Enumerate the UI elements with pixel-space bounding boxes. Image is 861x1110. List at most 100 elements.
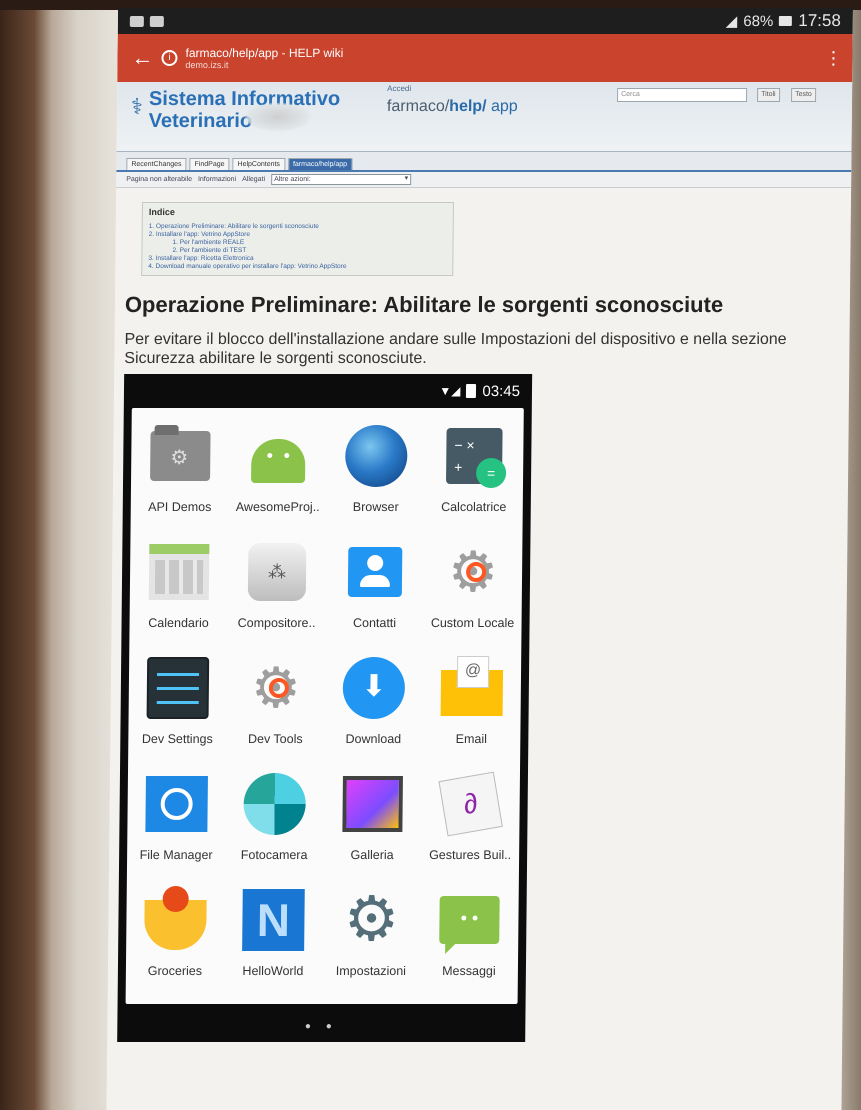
app-launcher[interactable]: File Manager (127, 766, 226, 882)
page-indicator: ● ● (304, 1021, 338, 1032)
app-launcher[interactable]: ⚙ Impostazioni (322, 882, 421, 998)
toc-item[interactable]: 1. Per l'ambiente REALE (148, 239, 446, 247)
app-label: File Manager (139, 848, 213, 862)
android-icon (246, 424, 311, 488)
app-label: HelloWorld (242, 964, 304, 978)
text-button[interactable]: Testo (791, 88, 816, 102)
app-launcher[interactable]: ⬇ Download (324, 650, 423, 766)
app-label: Download (345, 732, 402, 746)
app-label: Fotocamera (240, 848, 308, 862)
app-launcher[interactable]: Calendario (129, 534, 228, 650)
toc-title: Indice (148, 207, 175, 217)
app-launcher[interactable]: Galleria (323, 766, 422, 882)
app-label: Impostazioni (335, 964, 407, 978)
gesture-icon: ∂ (438, 771, 503, 837)
app-label: Messaggi (442, 964, 496, 978)
app-launcher[interactable]: ∂ Gestures Buil.. (421, 766, 520, 882)
globe-icon (344, 424, 409, 488)
tab-helpcontents[interactable]: HelpContents (232, 158, 286, 170)
tab-recentchanges[interactable]: RecentChanges (126, 158, 187, 170)
wiki-nav-tabs: RecentChanges FindPage HelpContents farm… (116, 152, 852, 172)
gear-icon: ⚙ (447, 540, 499, 603)
app-label: Calcolatrice (441, 500, 507, 514)
logo-sketch (242, 102, 314, 132)
app-label: Groceries (147, 964, 203, 978)
overflow-menu-icon[interactable]: ⋮ (824, 48, 842, 69)
app-launcher[interactable]: ⚙ Custom Locale (423, 534, 522, 650)
url-area[interactable]: farmaco/help/app - HELP wiki demo.izs.it (185, 46, 824, 70)
toc-item[interactable]: 4. Download manuale operativo per instal… (148, 263, 446, 271)
immutable-page-label: Pagina non alterabile (126, 176, 193, 183)
path-segment[interactable]: farmaco/ (387, 98, 449, 115)
app-launcher[interactable]: Dev Settings (128, 650, 227, 766)
page-actions: Pagina non alterabile Informazioni Alleg… (116, 172, 852, 188)
app-label: Gestures Buil.. (429, 848, 512, 862)
battery-percent: 68% (743, 12, 774, 30)
path-segment[interactable]: app (491, 98, 518, 115)
app-label: API Demos (148, 500, 212, 514)
info-link[interactable]: Informazioni (198, 176, 236, 183)
toc-item[interactable]: 2. Per l'ambiente di TEST (148, 247, 446, 255)
folder-gear-icon: ⚙ (148, 424, 213, 488)
gear-icon: ⚙ (250, 656, 302, 719)
n-icon: N (241, 888, 306, 952)
signal-icon: ◢ (725, 13, 738, 30)
tab-findpage[interactable]: FindPage (189, 158, 230, 170)
app-launcher[interactable]: Contatti (325, 534, 424, 650)
app-label: Galleria (350, 848, 394, 862)
caduceus-icon: ⚕ (130, 94, 144, 119)
app-launcher[interactable]: • • Messaggi (420, 882, 519, 998)
titles-button[interactable]: Titoli (757, 88, 780, 102)
app-launcher[interactable]: Email (422, 650, 521, 766)
phone-battery-icon (466, 384, 477, 398)
app-launcher[interactable]: Fotocamera (225, 766, 324, 882)
back-arrow-icon[interactable]: ← (131, 45, 161, 71)
app-launcher[interactable]: AwesomeProj.. (228, 418, 327, 534)
path-segment[interactable]: help/ (449, 98, 487, 115)
toc-item[interactable]: 1. Operazione Preliminare: Abilitare le … (149, 223, 447, 231)
page-domain: demo.izs.it (185, 60, 229, 70)
search-input[interactable]: Cerca (617, 88, 748, 102)
tab-current-page[interactable]: farmaco/help/app (287, 158, 353, 170)
settings-icon: ⚙ (343, 885, 400, 954)
tablet-screen: ◢ 68% 17:58 ← i farmaco/help/app - HELP … (106, 8, 853, 1110)
app-launcher[interactable]: ⁂ Compositore.. (227, 534, 326, 650)
clock: 17:58 (798, 11, 841, 30)
wiki-header: ⚕ Sistema Informativo Veterinario Accedi… (116, 82, 853, 152)
gallery-icon (340, 772, 405, 836)
wifi-icon: ▼◢ (439, 384, 461, 398)
email-icon (440, 656, 505, 720)
battery-icon (779, 16, 793, 26)
status-bar: ◢ 68% 17:58 (117, 8, 853, 34)
toc-item[interactable]: 2. Installare l'app: Vetrino AppStore (149, 231, 447, 239)
phone-clock: 03:45 (482, 382, 521, 400)
app-label: Dev Tools (247, 732, 303, 746)
app-launcher[interactable]: Browser (326, 418, 425, 534)
sliders-icon (146, 656, 211, 720)
attachments-link[interactable]: Allegati (242, 176, 265, 183)
app-grid: ⚙ API Demos AwesomeProj.. Browser − × + = Calco… (126, 408, 524, 998)
circle-icon (144, 772, 209, 836)
login-link[interactable]: Accedi (387, 84, 411, 93)
message-icon: • • (437, 888, 502, 952)
page-content: Indice 1. Operazione Preliminare: Abilit… (107, 188, 851, 1042)
app-label: Browser (352, 500, 399, 514)
app-label: Compositore.. (237, 616, 316, 630)
fruit-icon (143, 888, 208, 952)
app-label: Email (455, 732, 488, 746)
phone-status-bar: ▼◢ 03:45 (124, 374, 532, 408)
app-label: Contatti (352, 616, 397, 630)
site-logo[interactable]: ⚕ Sistema Informativo Veterinario (130, 88, 340, 132)
section-text: Per evitare il blocco dell'installazione… (124, 331, 787, 367)
app-launcher[interactable]: N HelloWorld (224, 882, 323, 998)
shutter-icon (242, 772, 307, 836)
app-launcher[interactable]: Groceries (126, 882, 225, 998)
info-icon[interactable]: i (161, 50, 178, 66)
download-icon: ⬇ (342, 656, 407, 720)
more-actions-select[interactable]: Altre azioni: (271, 174, 412, 185)
app-launcher[interactable]: ⚙ Dev Tools (226, 650, 325, 766)
app-launcher[interactable]: − × + = Calcolatrice (424, 418, 523, 534)
section-heading: Operazione Preliminare: Abilitare le sor… (124, 292, 724, 317)
app-launcher[interactable]: ⚙ API Demos (130, 418, 229, 534)
toc-item[interactable]: 3. Installare l'app: Ricetta Elettronica (148, 255, 446, 263)
